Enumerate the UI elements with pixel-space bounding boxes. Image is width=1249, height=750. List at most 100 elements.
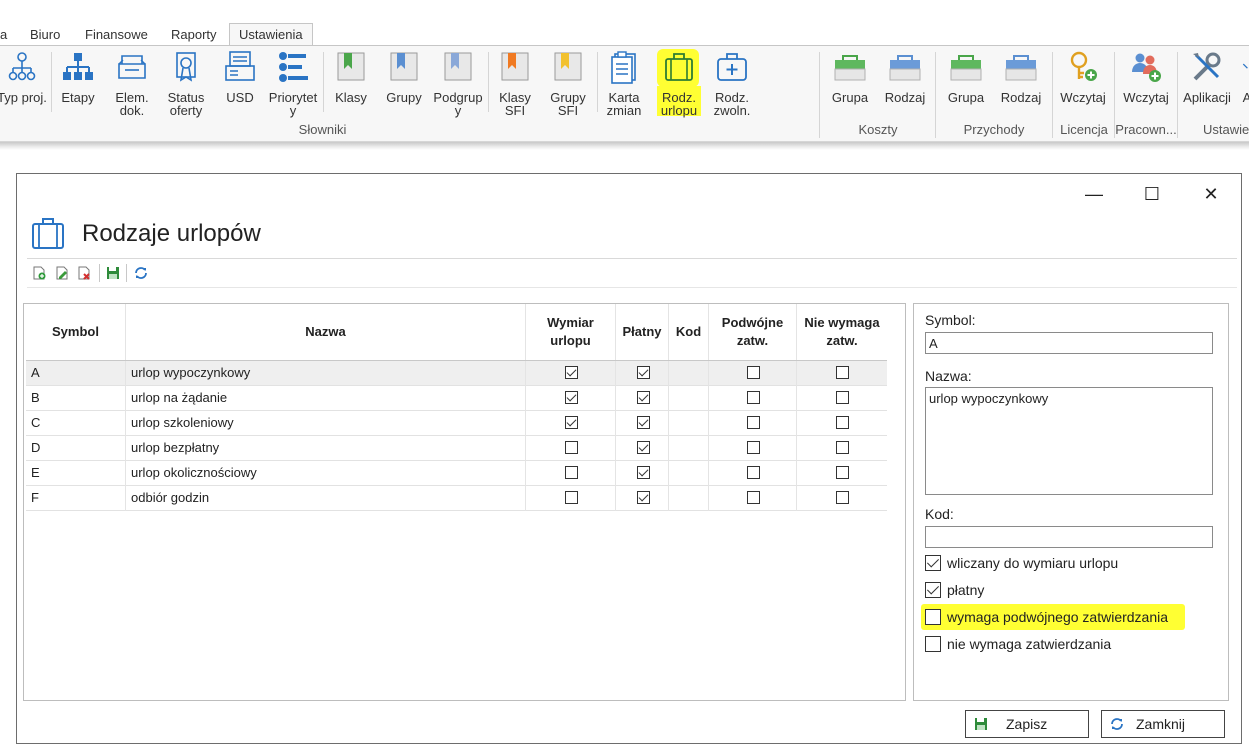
- ribbon-btn-employees-load[interactable]: Wczytaj: [1119, 50, 1173, 104]
- detail-checkbox[interactable]: [925, 636, 941, 652]
- ribbon-btn-license-load[interactable]: Wczytaj: [1057, 50, 1109, 104]
- table-row[interactable]: Durlop bezpłatny: [26, 436, 887, 461]
- ribbon-btn-subgroups[interactable]: Podgrup y: [431, 50, 485, 117]
- cell-symbol: E: [26, 461, 126, 486]
- nie_wymaga-checkbox[interactable]: [836, 391, 849, 404]
- maximize-button[interactable]: ☐: [1137, 182, 1167, 206]
- table-row[interactable]: Fodbiór godzin: [26, 486, 887, 511]
- refresh-icon[interactable]: [134, 266, 148, 280]
- col-header-nie-wymaga[interactable]: Nie wymaga zatw.: [797, 304, 887, 360]
- ribbon-btn-sfi-groups[interactable]: Grupy SFI: [547, 50, 589, 117]
- ribbon-btn-cost-type[interactable]: Rodzaj: [883, 50, 927, 104]
- ribbon-btn-document-elements[interactable]: Elem. dok.: [109, 50, 155, 117]
- ribbon-btn-sfi-classes[interactable]: Klasy SFI: [494, 50, 536, 117]
- podwojne-checkbox[interactable]: [747, 466, 760, 479]
- delete-record-icon[interactable]: [77, 266, 91, 280]
- ribbon-btn-cost-group[interactable]: Grupa: [829, 50, 871, 104]
- add-record-icon[interactable]: [32, 266, 46, 280]
- close-window-button[interactable]: ✕: [1196, 182, 1226, 206]
- platny-checkbox[interactable]: [637, 366, 650, 379]
- save-icon[interactable]: [106, 266, 120, 280]
- detail-checkbox[interactable]: [925, 609, 941, 625]
- nie_wymaga-checkbox[interactable]: [836, 466, 849, 479]
- ribbon-separator: [1177, 52, 1178, 138]
- col-header-platny[interactable]: Płatny: [616, 304, 669, 360]
- col-header-podwojne[interactable]: Podwójne zatw.: [709, 304, 797, 360]
- kod-field[interactable]: [925, 526, 1213, 548]
- ribbon-btn-stages[interactable]: Etapy: [56, 50, 100, 104]
- ribbon-group-label-przychody: Przychody: [963, 122, 1025, 137]
- ribbon-btn-shift-card[interactable]: Karta zmian: [603, 50, 645, 117]
- employees-load-icon: [1132, 53, 1161, 82]
- nazwa-field[interactable]: urlop wypoczynkowy: [925, 387, 1213, 495]
- shift-card-icon: [611, 51, 636, 84]
- cell-wymiar: [526, 361, 616, 386]
- app-settings-icon: [1193, 52, 1221, 81]
- priorities-icon: [279, 52, 308, 82]
- nie_wymaga-checkbox[interactable]: [836, 416, 849, 429]
- tab-raporty[interactable]: Raporty: [171, 25, 217, 45]
- leave-types-icon: [32, 218, 64, 249]
- nie_wymaga-checkbox[interactable]: [836, 491, 849, 504]
- cell-nazwa: odbiór godzin: [126, 486, 526, 511]
- col-header-kod[interactable]: Kod: [669, 304, 709, 360]
- detail-checkbox[interactable]: [925, 555, 941, 571]
- nie_wymaga-checkbox[interactable]: [836, 441, 849, 454]
- symbol-field[interactable]: A: [925, 332, 1213, 354]
- wymiar-checkbox[interactable]: [565, 391, 578, 404]
- ribbon-btn-label: Rodz. zwoln.: [713, 90, 751, 118]
- ribbon-btn-project-type[interactable]: Typ proj.: [0, 50, 48, 104]
- wymiar-checkbox[interactable]: [565, 441, 578, 454]
- wymiar-checkbox[interactable]: [565, 491, 578, 504]
- cell-nie_wymaga: [797, 461, 887, 486]
- wymiar-checkbox[interactable]: [565, 366, 578, 379]
- table-row[interactable]: Eurlop okolicznościowy: [26, 461, 887, 486]
- nazwa-label: Nazwa:: [925, 368, 972, 384]
- ribbon-btn-usd[interactable]: USD: [220, 50, 260, 104]
- col-header-symbol[interactable]: Symbol: [26, 304, 126, 360]
- platny-checkbox[interactable]: [637, 491, 650, 504]
- cell-platny: [616, 361, 669, 386]
- ribbon-btn-label: Grupa: [947, 90, 985, 105]
- ribbon-btn-app-settings[interactable]: Aplikacji: [1180, 50, 1234, 104]
- ribbon-btn-sick-leave-types[interactable]: Rodz. zwoln.: [709, 50, 755, 117]
- tab-partial-a[interactable]: a: [0, 25, 7, 45]
- tab-biuro[interactable]: Biuro: [30, 25, 60, 45]
- podwojne-checkbox[interactable]: [747, 491, 760, 504]
- col-header-wymiar[interactable]: Wymiar urlopu: [526, 304, 616, 360]
- podwojne-checkbox[interactable]: [747, 416, 760, 429]
- platny-checkbox[interactable]: [637, 416, 650, 429]
- table-row[interactable]: Aurlop wypoczynkowy: [26, 361, 887, 386]
- platny-checkbox[interactable]: [637, 441, 650, 454]
- save-button[interactable]: Zapisz: [965, 710, 1089, 738]
- minimize-button[interactable]: —: [1079, 182, 1109, 206]
- podwojne-checkbox[interactable]: [747, 391, 760, 404]
- edit-record-icon[interactable]: [55, 266, 69, 280]
- col-header-nazwa[interactable]: Nazwa: [126, 304, 526, 360]
- cell-nie_wymaga: [797, 486, 887, 511]
- cell-wymiar: [526, 486, 616, 511]
- wymiar-checkbox[interactable]: [565, 416, 578, 429]
- tab-ustawienia[interactable]: Ustawienia: [229, 23, 313, 47]
- ribbon-btn-classes[interactable]: Klasy: [330, 50, 372, 104]
- podwojne-checkbox[interactable]: [747, 366, 760, 379]
- nie_wymaga-checkbox[interactable]: [836, 366, 849, 379]
- ribbon-btn-income-type[interactable]: Rodzaj: [999, 50, 1043, 104]
- detail-checkbox[interactable]: [925, 582, 941, 598]
- detail-checkbox-label: wliczany do wymiaru urlopu: [947, 555, 1119, 571]
- ribbon-btn-priorities[interactable]: Priorytet y: [266, 50, 320, 117]
- platny-checkbox[interactable]: [637, 466, 650, 479]
- close-button[interactable]: Zamknij: [1101, 710, 1225, 738]
- stages-icon: [63, 53, 93, 80]
- ribbon-btn-offer-status[interactable]: Status oferty: [163, 50, 209, 117]
- ribbon-btn-leave-types[interactable]: Rodz. urlopu: [657, 50, 701, 117]
- platny-checkbox[interactable]: [637, 391, 650, 404]
- ribbon-btn-income-group[interactable]: Grupa: [945, 50, 987, 104]
- table-row[interactable]: Burlop na żądanie: [26, 386, 887, 411]
- wymiar-checkbox[interactable]: [565, 466, 578, 479]
- podwojne-checkbox[interactable]: [747, 441, 760, 454]
- ribbon-btn-more[interactable]: A: [1237, 50, 1249, 104]
- ribbon-btn-groups[interactable]: Grupy: [383, 50, 425, 104]
- tab-finansowe[interactable]: Finansowe: [85, 25, 148, 45]
- table-row[interactable]: Curlop szkoleniowy: [26, 411, 887, 436]
